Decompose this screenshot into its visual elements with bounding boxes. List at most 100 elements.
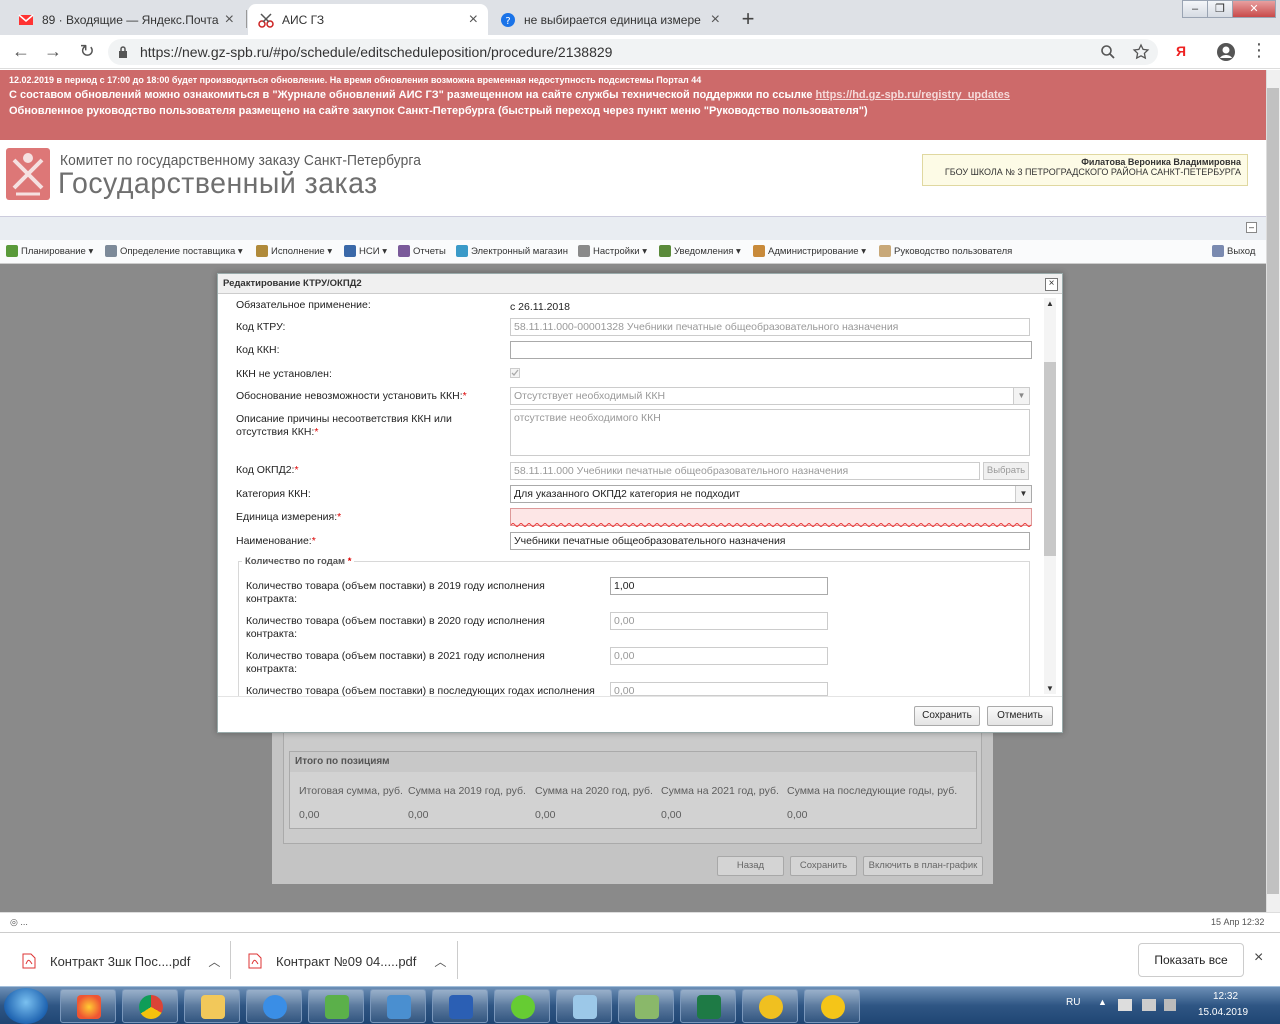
dialog-title: Редактирование КТРУ/ОКПД2 [218, 274, 1062, 294]
taskbar-excel[interactable] [680, 989, 736, 1023]
new-tab-button[interactable]: + [738, 6, 758, 32]
agent-icon [511, 995, 535, 1019]
monitor-icon[interactable] [1142, 999, 1156, 1011]
url-field[interactable]: https://new.gz-spb.ru/#po/schedule/edits… [108, 39, 1158, 65]
reload-button[interactable]: ↻ [76, 41, 98, 62]
dialog-cancel-button[interactable]: Отменить [987, 706, 1053, 726]
language-indicator[interactable]: RU [1066, 997, 1080, 1008]
menu-user-guide[interactable]: Руководство пользователя [879, 245, 1012, 257]
network-icon[interactable] [1118, 999, 1132, 1011]
qty-2021-input[interactable]: 0,00 [610, 647, 828, 665]
chevron-up-icon[interactable]: ︿ [208, 953, 220, 970]
close-downloads-icon[interactable]: × [1254, 949, 1263, 967]
name-input[interactable]: Учебники печатные общеобразовательного н… [510, 532, 1030, 550]
taskbar-recycle-3[interactable] [618, 989, 674, 1023]
menu-eshop[interactable]: Электронный магазин [456, 245, 568, 257]
mandatory-value: с 26.11.2018 [510, 301, 570, 313]
dialog-save-button[interactable]: Сохранить [914, 706, 980, 726]
qty-2019-input[interactable]: 1,00 [610, 577, 828, 595]
taskbar-agent[interactable] [494, 989, 550, 1023]
taskbar-recycle-2[interactable] [370, 989, 426, 1023]
taskbar-1c-a[interactable] [742, 989, 798, 1023]
kkn-not-set-checkbox[interactable] [510, 368, 520, 378]
forward-button[interactable]: → [42, 41, 64, 62]
kkn-reason-select[interactable]: Отсутствует необходимый ККН ▼ [510, 387, 1030, 405]
notice-line-3: Обновленное руководство пользователя раз… [9, 105, 868, 117]
taskbar-ie[interactable] [246, 989, 302, 1023]
help-icon: ? [501, 12, 515, 27]
edit-ktru-dialog: Редактирование КТРУ/ОКПД2 × Обязательное… [217, 273, 1063, 733]
collapse-header-button[interactable]: – [1246, 222, 1257, 233]
recycle-icon [387, 995, 411, 1019]
ktru-field[interactable]: 58.11.11.000-00001328 Учебники печатные … [510, 318, 1030, 336]
spb-coat-of-arms-icon [6, 148, 50, 200]
menu-nsi[interactable]: НСИ ▾ [344, 245, 387, 257]
include-in-schedule-button[interactable]: Включить в план-график [863, 856, 983, 876]
menu-reports[interactable]: Отчеты [398, 245, 446, 257]
taskbar-explorer[interactable] [184, 989, 240, 1023]
exit-button[interactable]: Выход [1212, 245, 1255, 257]
browser-menu-icon[interactable]: ⋮ [1250, 40, 1268, 61]
taskbar-firefox[interactable] [60, 989, 116, 1023]
close-window-button[interactable]: ✕ [1232, 0, 1276, 18]
tab-close-icon[interactable]: × [225, 11, 234, 29]
menu-notifications[interactable]: Уведомления ▾ [659, 245, 741, 257]
zoom-icon[interactable] [1100, 44, 1116, 60]
kkn-input[interactable] [510, 341, 1032, 359]
address-bar: ← → ↻ https://new.gz-spb.ru/#po/schedule… [0, 35, 1280, 69]
back-button[interactable]: ← [10, 41, 32, 62]
taskbar-recycle-1[interactable] [308, 989, 364, 1023]
word-icon [449, 995, 473, 1019]
minimize-button[interactable]: – [1182, 0, 1208, 18]
qty-2020-input[interactable]: 0,00 [610, 612, 828, 630]
tab-close-icon[interactable]: × [469, 11, 478, 29]
choose-okpd-button[interactable]: Выбрать [983, 462, 1029, 480]
taskbar-notes[interactable] [556, 989, 612, 1023]
svg-text:?: ? [505, 16, 510, 27]
profile-icon[interactable] [1216, 42, 1236, 62]
chevron-up-icon[interactable]: ︿ [434, 953, 446, 970]
scroll-up-icon[interactable]: ▲ [1044, 299, 1056, 308]
tab-yandex-mail[interactable]: 89 · Входящие — Яндекс.Почта × [8, 4, 244, 35]
notifications-icon [659, 245, 671, 257]
download-separator [457, 941, 458, 979]
description-textarea[interactable]: отсутствие необходимого ККН [510, 409, 1030, 456]
volume-icon[interactable] [1164, 999, 1176, 1011]
kkn-label: Код ККН: [236, 344, 280, 356]
registry-updates-link[interactable]: https://hd.gz-spb.ru/registry_updates [816, 89, 1010, 101]
show-all-downloads-button[interactable]: Показать все [1138, 943, 1244, 977]
tab-question[interactable]: ? не выбирается единица измере × [490, 4, 730, 35]
menu-supplier[interactable]: Определение поставщика ▾ [105, 245, 243, 257]
tray-arrow-icon[interactable]: ▲ [1098, 997, 1107, 1007]
download-item[interactable]: Контракт 3шк Пос....pdf ︿ [22, 947, 220, 975]
download-item[interactable]: Контракт №09 04.....pdf ︿ [248, 947, 446, 975]
summary-header-later: Сумма на последующие годы, руб. [787, 785, 958, 797]
tab-ais-gz[interactable]: АИС ГЗ × [248, 4, 488, 35]
menu-planning[interactable]: Планирование ▾ [6, 245, 93, 257]
kkn-category-select[interactable]: Для указанного ОКПД2 категория не подход… [510, 485, 1032, 503]
taskbar-chrome[interactable] [122, 989, 178, 1023]
save-page-button[interactable]: Сохранить [790, 856, 857, 876]
okpd-label: Код ОКПД2:* [236, 464, 299, 476]
menu-execution[interactable]: Исполнение ▾ [256, 245, 332, 257]
scroll-down-icon[interactable]: ▼ [1044, 684, 1056, 693]
dialog-scrollbar-thumb[interactable] [1044, 362, 1056, 556]
summary-value-later: 0,00 [787, 809, 808, 821]
page-scrollbar-thumb[interactable] [1267, 88, 1279, 894]
execution-icon [256, 245, 268, 257]
user-info: Филатова Вероника Владимировна ГБОУ ШКОЛ… [922, 154, 1248, 186]
back-page-button[interactable]: Назад [717, 856, 784, 876]
okpd-field[interactable]: 58.11.11.000 Учебники печатные общеобраз… [510, 462, 980, 480]
taskbar-word[interactable] [432, 989, 488, 1023]
yandex-icon[interactable]: Я [1176, 43, 1186, 59]
user-name: Филатова Вероника Владимировна [1081, 157, 1241, 167]
star-icon[interactable] [1132, 43, 1150, 61]
maximize-button[interactable]: ❐ [1207, 0, 1233, 18]
windows-start-icon[interactable] [4, 988, 48, 1024]
qty-later-input[interactable]: 0,00 [610, 682, 828, 696]
menu-settings[interactable]: Настройки ▾ [578, 245, 647, 257]
taskbar-1c-b[interactable] [804, 989, 860, 1023]
dialog-close-icon[interactable]: × [1045, 278, 1058, 291]
tab-close-icon[interactable]: × [711, 11, 720, 29]
menu-administration[interactable]: Администрирование ▾ [753, 245, 866, 257]
